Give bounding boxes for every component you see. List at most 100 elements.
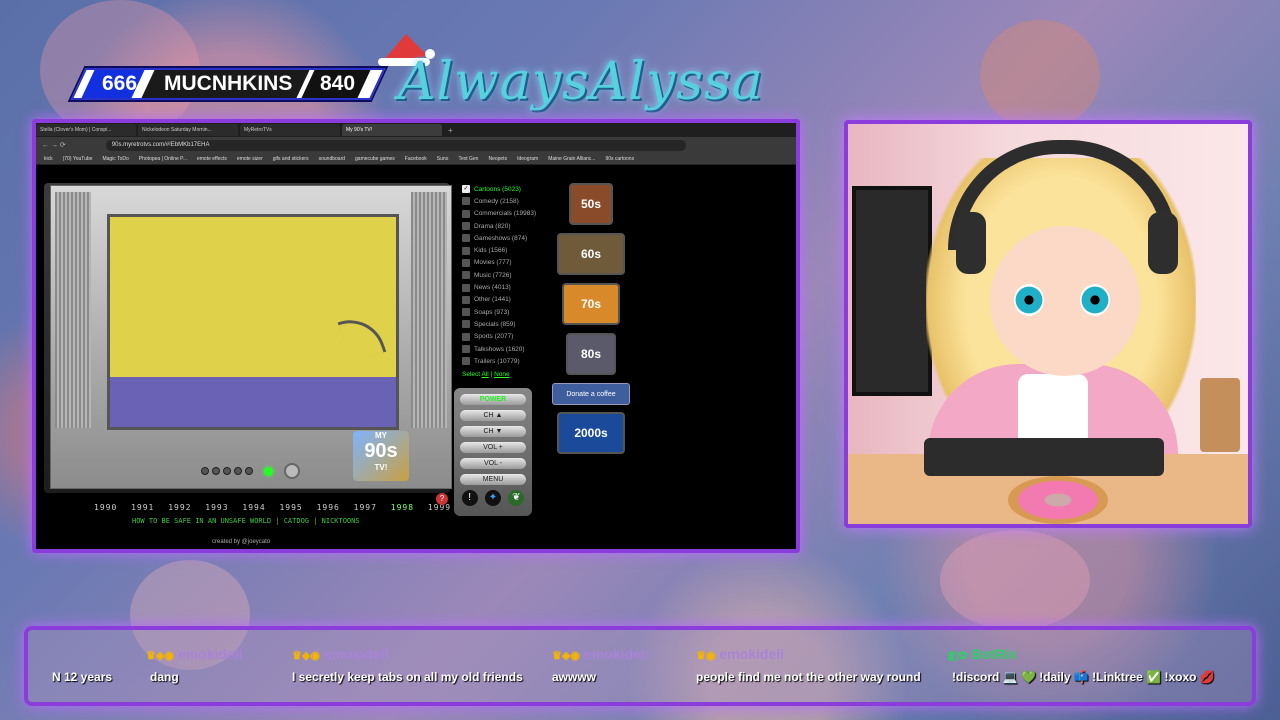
remote-icon-row: ! ✦ ❦ [458, 490, 528, 506]
checkbox[interactable] [462, 246, 470, 255]
bookmark[interactable]: soundboard [319, 156, 345, 162]
url-input[interactable]: 90s.myretrotvs.com/#!EbMKb17EHA [105, 139, 686, 151]
creator-credit[interactable]: created by @joeycato [212, 539, 270, 545]
year-1992[interactable]: 1992 [168, 503, 191, 512]
bookmark[interactable]: kick [44, 156, 53, 162]
year-1996[interactable]: 1996 [317, 503, 340, 512]
category-label: Kids (1566) [474, 247, 508, 255]
checkbox[interactable] [462, 209, 470, 218]
channel-down-button[interactable]: CH ▼ [460, 426, 526, 437]
score-right: 840 [320, 72, 356, 95]
bookmark[interactable]: gamecube games [355, 156, 395, 162]
year-1998-selected[interactable]: 1998 [391, 503, 414, 512]
decade-2000s-tv[interactable]: 2000s [557, 412, 625, 454]
browser-tab[interactable]: Nickelodeon Saturday Mornin... [138, 124, 238, 136]
category-cartoons[interactable]: ✓ Cartoons (5023) [462, 183, 552, 195]
headphone-cup-left [956, 212, 986, 274]
bookmark[interactable]: gifs and stickers [273, 156, 309, 162]
category-kids[interactable]: Kids (1566) [462, 244, 552, 256]
tv-screen[interactable] [107, 214, 399, 430]
category-trailers[interactable]: Trailers (10779) [462, 355, 552, 367]
menu-button[interactable]: MENU [460, 474, 526, 485]
power-button[interactable]: POWER [460, 394, 526, 405]
select-all-link[interactable]: All [482, 371, 489, 378]
checkbox[interactable] [462, 258, 470, 267]
chat-badges-icon: ♛◈◉ [146, 650, 174, 662]
bookmark[interactable]: 90s cartoons [605, 156, 634, 162]
checkbox[interactable] [462, 320, 470, 329]
category-movies[interactable]: Movies (777) [462, 257, 552, 269]
checkbox[interactable] [462, 197, 470, 206]
checkbox[interactable] [462, 234, 470, 243]
channel-brand-logo: AlwaysAlyssa [398, 52, 764, 112]
browser-tab-active[interactable]: My 90's TV! [342, 124, 442, 136]
category-other[interactable]: Other (1441) [462, 294, 552, 306]
category-sports[interactable]: Sports (2077) [462, 331, 552, 343]
bookmark[interactable]: Text Gen [458, 156, 478, 162]
select-all-none: Select All | None [462, 371, 552, 378]
volume-up-button[interactable]: VOL + [460, 442, 526, 453]
checkbox[interactable] [462, 357, 470, 366]
category-commercials[interactable]: Commercials (19983) [462, 208, 552, 220]
category-drama[interactable]: Drama (820) [462, 220, 552, 232]
category-soaps[interactable]: Soaps (973) [462, 306, 552, 318]
bookmark[interactable]: Neopets [488, 156, 507, 162]
tv-dial[interactable] [284, 463, 300, 479]
new-tab-icon[interactable]: + [448, 126, 453, 135]
year-1997[interactable]: 1997 [354, 503, 377, 512]
chat-message-text: people find me not the other way round [696, 670, 921, 684]
year-1990[interactable]: 1990 [94, 503, 117, 512]
bookmark[interactable]: Magic ToDo [102, 156, 128, 162]
browser-tab[interactable]: MyRetroTVs [240, 124, 340, 136]
coffee-cup-icon [1200, 378, 1240, 452]
alert-icon[interactable]: ! [461, 490, 478, 506]
checkbox[interactable] [462, 345, 470, 353]
bookmark[interactable]: Photopea | Online P... [139, 156, 187, 162]
help-icon[interactable]: ? [436, 493, 448, 505]
decade-60s-tv[interactable]: 60s [557, 233, 625, 275]
year-1994[interactable]: 1994 [242, 503, 265, 512]
checkbox[interactable] [462, 295, 470, 304]
select-none-link[interactable]: None [494, 371, 510, 378]
checkbox[interactable] [462, 283, 470, 292]
checkbox-checked-icon[interactable]: ✓ [462, 185, 470, 194]
bookmark[interactable]: Ideogram [517, 156, 538, 162]
leaf-icon[interactable]: ❦ [508, 490, 525, 506]
chat-username-text: emokideli [177, 646, 243, 662]
bookmark[interactable]: Maine Grain Allianc... [548, 156, 595, 162]
tv-knob[interactable] [212, 467, 220, 475]
decade-80s-tv[interactable]: 80s [566, 333, 616, 375]
category-comedy[interactable]: Comedy (2158) [462, 195, 552, 207]
volume-down-button[interactable]: VOL - [460, 458, 526, 469]
bookmark[interactable]: Suno [437, 156, 449, 162]
bookmark[interactable]: (70) YouTube [63, 156, 93, 162]
tv-knob[interactable] [201, 467, 209, 475]
checkbox[interactable] [462, 271, 470, 280]
channel-up-button[interactable]: CH ▲ [460, 410, 526, 421]
checkbox[interactable] [462, 222, 470, 231]
checkbox[interactable] [462, 308, 470, 317]
score-header: 666 MUCNHKINS 840 [70, 68, 386, 102]
decade-50s-tv[interactable]: 50s [569, 183, 613, 225]
butterfly-icon[interactable]: ✦ [484, 490, 501, 506]
category-specials[interactable]: Specials (859) [462, 318, 552, 330]
year-1995[interactable]: 1995 [279, 503, 302, 512]
tv-knob[interactable] [234, 467, 242, 475]
tv-knob[interactable] [245, 467, 253, 475]
browser-tab[interactable]: Stella (Clover's Mom) | Conspi... [36, 124, 136, 136]
checkbox[interactable] [462, 332, 470, 341]
nav-arrows-icon[interactable]: ← → ⟳ [42, 141, 66, 149]
chat-username: ◧✿ BotRix [948, 646, 1017, 662]
category-talkshows[interactable]: Talkshows (1620) [462, 343, 552, 355]
category-music[interactable]: Music (7726) [462, 269, 552, 281]
bookmark[interactable]: emote effects [197, 156, 227, 162]
bookmark[interactable]: Facebook [405, 156, 427, 162]
category-news[interactable]: News (4013) [462, 281, 552, 293]
decade-70s-tv[interactable]: 70s [562, 283, 620, 325]
year-1991[interactable]: 1991 [131, 503, 154, 512]
donate-coffee-button[interactable]: Donate a coffee [552, 383, 630, 405]
tv-knob[interactable] [223, 467, 231, 475]
category-gameshows[interactable]: Gameshows (874) [462, 232, 552, 244]
bookmark[interactable]: emote sizer [237, 156, 263, 162]
year-1993[interactable]: 1993 [205, 503, 228, 512]
